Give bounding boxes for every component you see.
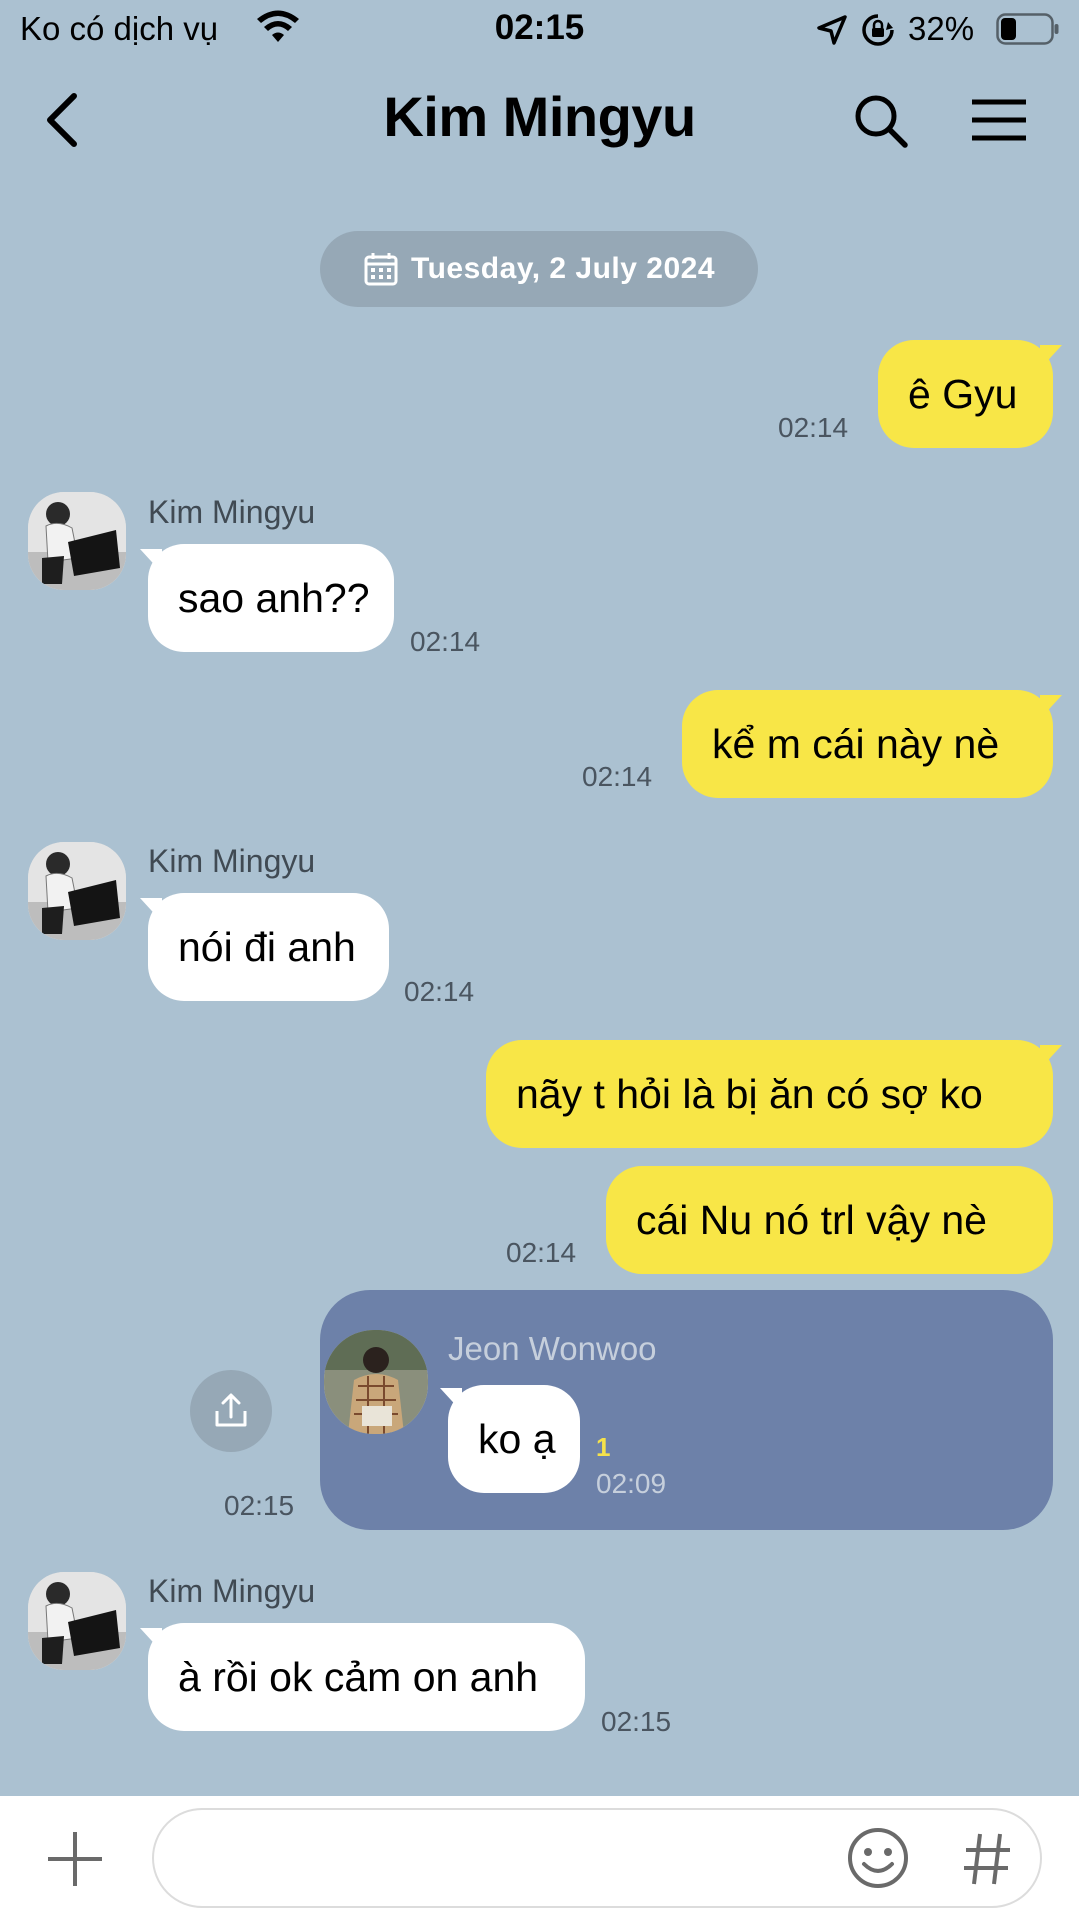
emoji-icon[interactable] bbox=[846, 1826, 910, 1890]
message-text: à rồi ok cảm on anh bbox=[178, 1653, 539, 1700]
my-message-bubble[interactable]: cái Nu nó trl vậy nè bbox=[606, 1166, 1053, 1274]
message-time: 02:14 bbox=[582, 761, 653, 792]
my-message-bubble[interactable]: nãy t hỏi là bị ăn có sợ ko bbox=[486, 1040, 1053, 1148]
avatar-photo bbox=[324, 1330, 428, 1434]
my-message-bubble[interactable]: kể m cái này nè bbox=[682, 690, 1053, 798]
message-text: sao anh?? bbox=[178, 574, 370, 621]
status-bar: Ko có dịch vụ 02:15 32% bbox=[0, 0, 1079, 60]
sender-name: Kim Mingyu bbox=[148, 1573, 316, 1609]
message-time: 02:14 bbox=[506, 1237, 577, 1268]
calendar-icon bbox=[364, 253, 398, 286]
battery-percent: 32% bbox=[908, 10, 975, 47]
message-time: 02:14 bbox=[778, 412, 849, 443]
message-time: 02:15 bbox=[224, 1490, 295, 1521]
forwarded-avatar bbox=[324, 1330, 428, 1434]
message-text: ê Gyu bbox=[908, 370, 1018, 417]
plus-icon[interactable] bbox=[46, 1830, 104, 1888]
forwarded-message-card[interactable] bbox=[320, 1290, 1053, 1530]
message-time: 02:14 bbox=[410, 626, 481, 657]
avatar[interactable] bbox=[28, 492, 126, 590]
date-separator: Tuesday, 2 July 2024 bbox=[320, 231, 758, 307]
share-icon bbox=[215, 1393, 247, 1427]
chat-title: Kim Mingyu bbox=[383, 85, 696, 148]
forwarded-sender-name: Jeon Wonwoo bbox=[448, 1330, 657, 1367]
avatar-photo bbox=[28, 1572, 126, 1670]
hamburger-menu-icon[interactable] bbox=[970, 96, 1028, 144]
avatar-photo bbox=[28, 842, 126, 940]
message-time: 02:14 bbox=[404, 976, 475, 1007]
sender-name: Kim Mingyu bbox=[148, 494, 316, 530]
location-arrow-icon bbox=[817, 15, 847, 45]
avatar[interactable] bbox=[28, 842, 126, 940]
their-message-bubble[interactable]: nói đi anh bbox=[148, 893, 389, 1001]
rotation-lock-icon bbox=[862, 14, 894, 46]
my-message-bubble[interactable]: ê Gyu bbox=[878, 340, 1053, 448]
sender-name: Kim Mingyu bbox=[148, 843, 316, 879]
hash-icon[interactable] bbox=[960, 1830, 1014, 1888]
message-text: nói đi anh bbox=[178, 923, 356, 970]
date-label: Tuesday, 2 July 2024 bbox=[410, 252, 716, 285]
message-time: 02:15 bbox=[601, 1706, 672, 1737]
share-button[interactable] bbox=[190, 1370, 272, 1452]
their-message-bubble[interactable]: sao anh?? bbox=[148, 544, 394, 652]
message-text: cái Nu nó trl vậy nè bbox=[636, 1196, 987, 1243]
message-text: ko ạ bbox=[478, 1415, 556, 1462]
forwarded-message-bubble: ko ạ bbox=[448, 1385, 580, 1493]
avatar[interactable] bbox=[28, 1572, 126, 1670]
message-text: kể m cái này nè bbox=[712, 720, 1000, 767]
search-icon[interactable] bbox=[852, 92, 910, 150]
avatar-photo bbox=[28, 492, 126, 590]
battery-icon bbox=[996, 13, 1059, 45]
forwarded-time: 02:09 bbox=[596, 1468, 667, 1499]
their-message-bubble[interactable]: à rồi ok cảm on anh bbox=[148, 1623, 585, 1731]
unread-count: 1 bbox=[596, 1432, 611, 1462]
message-text: nãy t hỏi là bị ăn có sợ ko bbox=[516, 1070, 983, 1117]
